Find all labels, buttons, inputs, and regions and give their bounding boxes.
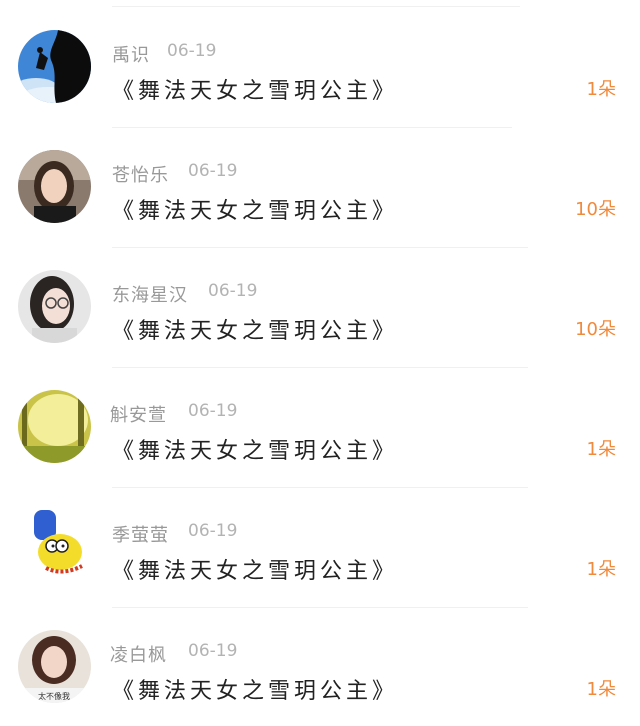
- send-date: 06-19: [167, 41, 217, 61]
- avatar-caption: 太不像我: [38, 691, 70, 701]
- send-date: 06-19: [208, 281, 258, 301]
- gift-record-list: 禹识 06-19 《舞法天女之雪玥公主》 1朵 苍怡乐 06-19 《舞法天女之…: [0, 0, 640, 726]
- gift-amount: 10朵: [575, 199, 616, 220]
- sender-name: 斛安萱: [110, 405, 167, 426]
- send-date: 06-19: [188, 521, 238, 541]
- list-item[interactable]: 斛安萱 06-19 《舞法天女之雪玥公主》 1朵: [0, 367, 640, 488]
- list-item[interactable]: 禹识 06-19 《舞法天女之雪玥公主》 1朵: [0, 7, 640, 128]
- sender-name: 东海星汉: [112, 285, 188, 306]
- gift-message: 《舞法天女之雪玥公主》: [112, 559, 399, 584]
- sender-name: 凌白枫: [110, 645, 167, 666]
- cartoon-character-avatar[interactable]: [18, 510, 91, 583]
- gift-amount: 10朵: [575, 319, 616, 340]
- list-item[interactable]: 太不像我 凌白枫 06-19 《舞法天女之雪玥公主》 1朵: [0, 607, 640, 726]
- gift-message: 《舞法天女之雪玥公主》: [112, 319, 399, 344]
- send-date: 06-19: [188, 401, 238, 421]
- list-item[interactable]: 季萤萤 06-19 《舞法天女之雪玥公主》 1朵: [0, 487, 640, 608]
- gift-message: 《舞法天女之雪玥公主》: [112, 199, 399, 224]
- sender-name: 苍怡乐: [112, 165, 169, 186]
- girl-photo-avatar[interactable]: 太不像我: [18, 630, 91, 703]
- glasses-girl-avatar[interactable]: [18, 270, 91, 343]
- list-item[interactable]: 东海星汉 06-19 《舞法天女之雪玥公主》 10朵: [0, 247, 640, 368]
- gift-message: 《舞法天女之雪玥公主》: [112, 679, 399, 704]
- gift-amount: 1朵: [586, 559, 616, 580]
- gift-amount: 1朵: [586, 679, 616, 700]
- gift-message: 《舞法天女之雪玥公主》: [112, 79, 399, 104]
- sender-name: 禹识: [112, 45, 150, 66]
- sender-name: 季萤萤: [112, 525, 169, 546]
- list-item[interactable]: 苍怡乐 06-19 《舞法天女之雪玥公主》 10朵: [0, 127, 640, 248]
- send-date: 06-19: [188, 641, 238, 661]
- send-date: 06-19: [188, 161, 238, 181]
- silhouette-climber-avatar[interactable]: [18, 30, 91, 103]
- gift-amount: 1朵: [586, 439, 616, 460]
- gift-amount: 1朵: [586, 79, 616, 100]
- woman-portrait-avatar[interactable]: [18, 150, 91, 223]
- forest-scene-avatar[interactable]: [18, 390, 91, 463]
- gift-message: 《舞法天女之雪玥公主》: [112, 439, 399, 464]
